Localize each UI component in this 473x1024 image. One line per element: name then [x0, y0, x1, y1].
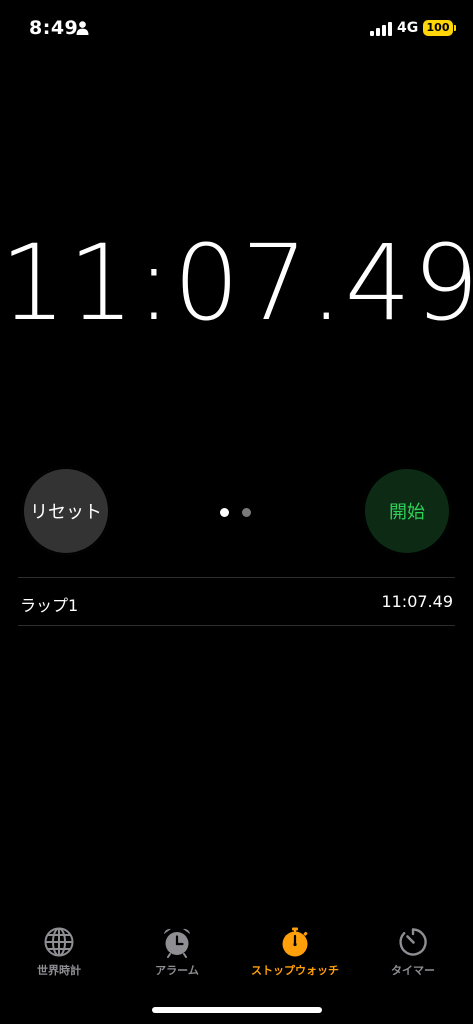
tab-bar: 世界時計 アラーム ストップウォッチ タイマー: [0, 920, 473, 990]
battery-nub: [454, 25, 456, 31]
lap-row: ラップ1 11:07.49: [18, 580, 455, 624]
start-button[interactable]: 開始: [363, 467, 451, 555]
network-label: 4G: [397, 20, 419, 36]
timer-icon: [399, 928, 427, 956]
lap-divider-bottom: [18, 625, 455, 626]
stopwatch-icon: [282, 927, 308, 957]
page-dot-inactive: [242, 508, 251, 517]
tab-stopwatch-label: ストップウォッチ: [251, 964, 339, 977]
lap-divider-top: [18, 577, 455, 578]
status-bar: 8:49 4G 100: [0, 0, 473, 56]
tab-world-clock[interactable]: 世界時計: [0, 920, 118, 986]
signal-icon: [370, 22, 392, 36]
globe-icon: [44, 927, 74, 957]
tab-stopwatch[interactable]: ストップウォッチ: [236, 920, 354, 986]
battery-indicator: 100: [423, 20, 453, 36]
tab-world-clock-label: 世界時計: [37, 964, 81, 977]
reset-button[interactable]: リセット: [22, 467, 110, 555]
alarm-clock-icon: [164, 928, 190, 958]
home-indicator[interactable]: [152, 1007, 322, 1013]
tab-timer-label: タイマー: [391, 964, 435, 977]
start-button-label: 開始: [363, 467, 451, 555]
page-indicator[interactable]: [220, 506, 256, 518]
tab-timer[interactable]: タイマー: [354, 920, 472, 986]
reset-button-label: リセット: [22, 467, 110, 555]
lap-time: 11:07.49: [381, 592, 453, 611]
tab-alarm-label: アラーム: [155, 964, 199, 977]
lap-label: ラップ1: [20, 596, 79, 615]
status-time: 8:49: [29, 17, 79, 39]
person-icon: [76, 21, 89, 35]
page-dot-active: [220, 508, 229, 517]
stopwatch-display: 11:07.49: [0, 222, 473, 344]
tab-alarm[interactable]: アラーム: [118, 920, 236, 986]
